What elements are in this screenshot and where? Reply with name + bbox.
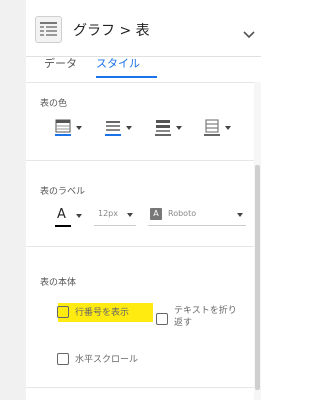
tab-bar: データ スタイル xyxy=(26,56,261,83)
text-color-button[interactable]: A xyxy=(54,207,84,231)
left-strip xyxy=(0,0,26,400)
text-color-glyph: A xyxy=(57,207,66,222)
panel-header: グラフ > 表 xyxy=(26,0,261,57)
properties-panel: グラフ > 表 データ スタイル 表の色 表のラベル A 12px A Robo… xyxy=(26,0,261,400)
horizontal-scroll-checkbox[interactable] xyxy=(57,353,69,365)
alt-row-color-button[interactable] xyxy=(154,118,186,140)
border-color-button[interactable] xyxy=(203,118,235,140)
font-size-select[interactable]: 12px xyxy=(94,207,136,226)
dropdown-arrow-icon xyxy=(76,214,82,218)
dropdown-arrow-icon xyxy=(126,126,132,130)
header-color-icon xyxy=(55,119,71,136)
row-numbers-checkbox[interactable] xyxy=(57,306,69,318)
table-chart-icon[interactable] xyxy=(35,16,62,43)
dropdown-arrow-icon xyxy=(127,213,133,217)
panel-title: グラフ > 表 xyxy=(73,23,150,39)
active-tab-indicator xyxy=(96,76,157,78)
text-color-swatch xyxy=(55,225,71,227)
border-color-icon xyxy=(204,119,220,136)
font-size-value: 12px xyxy=(98,209,118,218)
chevron-down-icon[interactable] xyxy=(243,24,255,43)
section-title: 表の本体 xyxy=(40,278,77,288)
wrap-text-checkbox[interactable] xyxy=(156,313,168,325)
wrap-text-label: テキストを折り返す xyxy=(174,306,237,328)
row-color-button[interactable] xyxy=(104,118,136,140)
tab-data[interactable]: データ xyxy=(44,56,77,82)
row-numbers-label: 行番号を表示 xyxy=(75,308,130,318)
alt-row-color-icon xyxy=(155,120,171,136)
dropdown-arrow-icon xyxy=(176,126,182,130)
dropdown-arrow-icon xyxy=(237,213,243,217)
section-title: 表のラベル xyxy=(40,187,86,197)
horizontal-scroll-label: 水平スクロール xyxy=(75,355,139,365)
font-family-value: Roboto xyxy=(168,209,197,218)
row-color-icon xyxy=(105,121,121,136)
scrollbar-thumb[interactable] xyxy=(255,165,260,390)
table-labels-section: 表のラベル xyxy=(26,161,254,247)
dropdown-arrow-icon xyxy=(76,126,82,130)
tab-style[interactable]: スタイル xyxy=(96,56,140,82)
dropdown-arrow-icon xyxy=(225,126,231,130)
section-title: 表の色 xyxy=(40,99,68,109)
header-color-button[interactable] xyxy=(54,118,86,140)
font-family-badge: A xyxy=(150,208,162,220)
font-family-select[interactable]: A Roboto xyxy=(148,207,246,226)
